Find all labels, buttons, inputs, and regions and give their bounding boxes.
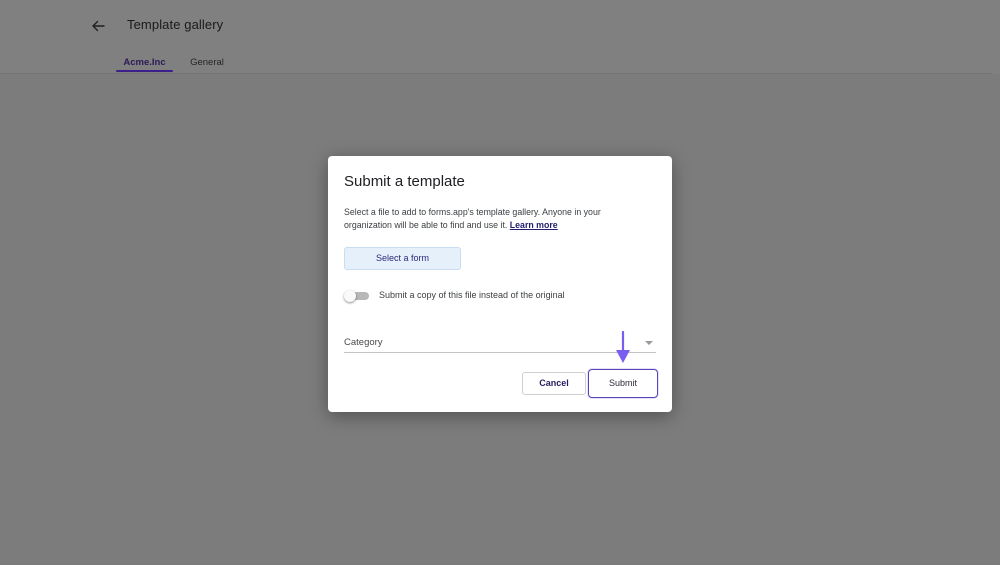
page: Template gallery Acme.Inc General Submit… [0,0,1000,565]
active-tab-indicator [116,70,173,72]
toggle-thumb [344,290,356,302]
tab-general[interactable]: General [182,57,232,68]
header-divider [0,73,992,74]
tab-acme-inc[interactable]: Acme.Inc [116,57,173,68]
page-title: Template gallery [127,17,224,32]
dialog-description: Select a file to add to forms.app's temp… [344,206,644,231]
chevron-down-icon [645,341,653,345]
dialog-title: Submit a template [344,173,465,190]
select-form-button[interactable]: Select a form [344,247,461,270]
submit-copy-toggle[interactable] [344,290,369,302]
submit-copy-label: Submit a copy of this file instead of th… [379,290,565,300]
dialog-description-text: Select a file to add to forms.app's temp… [344,207,601,230]
submit-button[interactable]: Submit [588,369,658,398]
app-header: Template gallery Acme.Inc General [0,0,1000,74]
cancel-button[interactable]: Cancel [522,372,586,395]
arrow-left-icon[interactable] [88,16,108,36]
arrow-down-icon [615,331,631,365]
category-label: Category [344,337,383,348]
category-select[interactable]: Category [344,336,656,353]
submit-template-dialog: Submit a template Select a file to add t… [328,156,672,412]
learn-more-link[interactable]: Learn more [510,220,558,230]
